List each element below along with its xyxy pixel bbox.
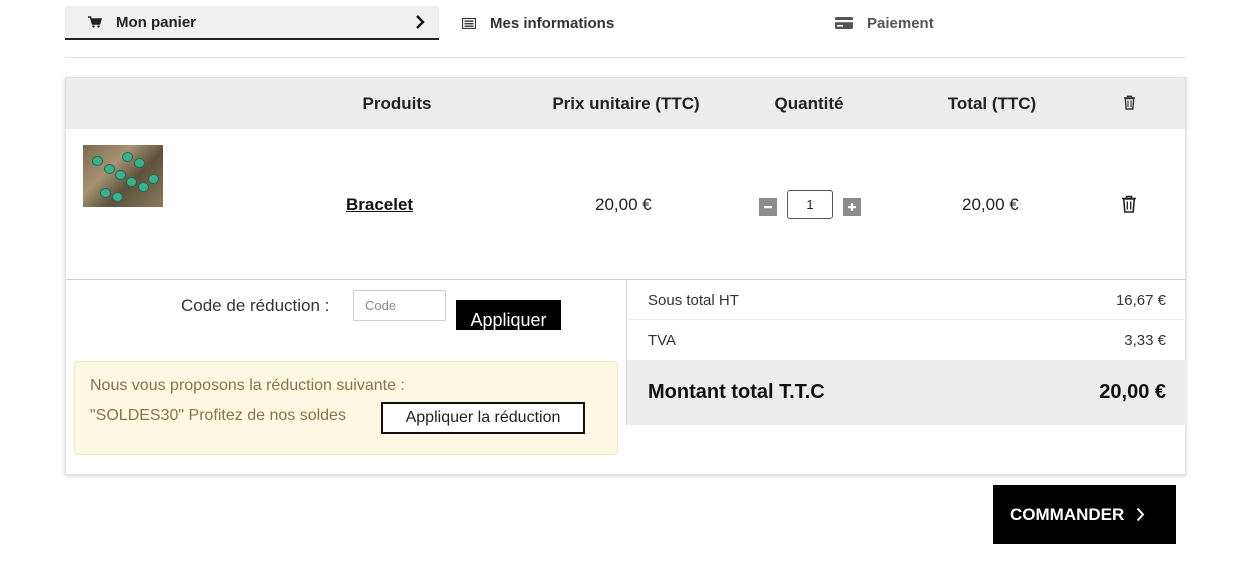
step-payment[interactable]: Paiement bbox=[835, 6, 934, 40]
chevron-right-icon bbox=[1136, 507, 1145, 522]
trash-icon[interactable] bbox=[1123, 95, 1136, 115]
header-quantity: Quantité bbox=[774, 94, 844, 113]
promo-suggestion-box: Nous vous proposons la réduction suivant… bbox=[74, 361, 618, 455]
step-payment-label: Paiement bbox=[867, 14, 934, 32]
chevron-right-icon bbox=[415, 14, 425, 34]
minus-icon bbox=[764, 206, 772, 209]
discount-code-input[interactable]: Code bbox=[353, 290, 446, 321]
subtotal-value: 16,67 € bbox=[1115, 292, 1166, 309]
cart-icon bbox=[87, 15, 103, 29]
step-information[interactable]: Mes informations bbox=[461, 6, 614, 40]
grand-total-label: Montant total T.T.C bbox=[648, 381, 825, 403]
tax-row: TVA 3,33 € bbox=[627, 320, 1187, 360]
subtotal-label: Sous total HT bbox=[648, 292, 739, 309]
trash-icon[interactable] bbox=[1121, 195, 1137, 218]
plus-icon bbox=[848, 203, 856, 211]
tax-value: 3,33 € bbox=[1124, 332, 1166, 349]
step-cart[interactable]: Mon panier bbox=[65, 6, 439, 40]
quantity-increase-button[interactable] bbox=[843, 198, 861, 216]
order-summary: Sous total HT 16,67 € TVA 3,33 € Montant… bbox=[626, 280, 1187, 425]
promo-code-text: "SOLDES30" Profitez de nos soldes bbox=[90, 407, 346, 424]
cart-panel: Produits Prix unitaire (TTC) Quantité To… bbox=[65, 77, 1187, 475]
row-total: 20,00 € bbox=[962, 195, 1019, 214]
step-information-label: Mes informations bbox=[490, 14, 615, 32]
list-icon bbox=[461, 16, 477, 30]
step-cart-label: Mon panier bbox=[116, 13, 197, 31]
apply-code-button[interactable]: Appliquer bbox=[456, 300, 561, 330]
checkout-steps: Mon panier Mes informations Paiement bbox=[65, 6, 1186, 58]
header-total: Total (TTC) bbox=[947, 94, 1037, 113]
checkout-button[interactable]: COMMANDER bbox=[993, 485, 1176, 544]
header-products: Produits bbox=[362, 94, 432, 113]
quantity-input[interactable]: 1 bbox=[787, 190, 833, 219]
promo-intro-text: Nous vous proposons la réduction suivant… bbox=[90, 377, 405, 394]
header-unit-price: Prix unitaire (TTC) bbox=[552, 94, 700, 113]
credit-card-icon bbox=[835, 16, 853, 30]
unit-price: 20,00 € bbox=[595, 195, 652, 214]
tax-label: TVA bbox=[648, 332, 677, 349]
apply-promo-button[interactable]: Appliquer la réduction bbox=[381, 402, 585, 434]
grand-total-value: 20,00 € bbox=[1099, 381, 1166, 403]
quantity-decrease-button[interactable] bbox=[759, 198, 777, 216]
discount-code-label: Code de réduction : bbox=[181, 296, 330, 315]
cart-table-header: Produits Prix unitaire (TTC) Quantité To… bbox=[66, 78, 1185, 129]
product-name-link[interactable]: Bracelet bbox=[346, 195, 413, 215]
table-row: Bracelet 20,00 € 1 20,00 € bbox=[66, 129, 1185, 280]
grand-total-row: Montant total T.T.C 20,00 € bbox=[627, 360, 1187, 425]
bracelet-photo[interactable] bbox=[83, 145, 163, 207]
subtotal-row: Sous total HT 16,67 € bbox=[627, 280, 1187, 320]
checkout-button-label: COMMANDER bbox=[1010, 504, 1125, 524]
